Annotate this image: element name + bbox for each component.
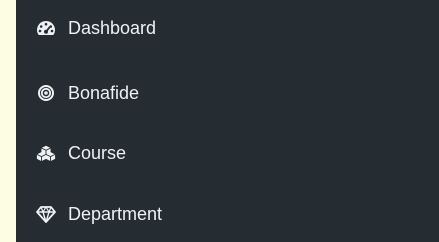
sidebar-item-label: Department: [68, 204, 163, 224]
sidebar-item-dashboard[interactable]: Dashboard: [16, 8, 439, 48]
sidebar-item-department[interactable]: Department: [16, 194, 439, 234]
diamond-icon: [36, 204, 56, 224]
sidebar: Dashboard Bonafide Course Department: [16, 0, 439, 242]
sidebar-item-course[interactable]: Course: [16, 133, 439, 173]
sidebar-item-label: Dashboard: [68, 18, 157, 38]
sidebar-item-label: Bonafide: [68, 83, 140, 103]
sidebar-item-bonafide[interactable]: Bonafide: [16, 73, 439, 113]
cubes-icon: [36, 143, 56, 163]
sidebar-item-label: Course: [68, 143, 127, 163]
bullseye-icon: [36, 83, 56, 103]
tachometer-icon: [36, 18, 56, 38]
